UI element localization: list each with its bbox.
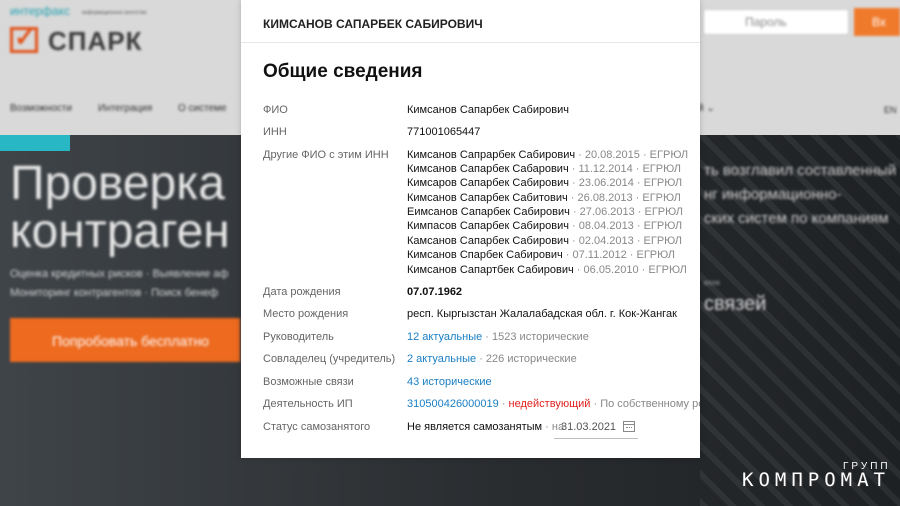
spark-logo-text: СПАРК xyxy=(48,26,143,56)
coowner-current-link[interactable]: 2 актуальные xyxy=(407,353,476,365)
coowner-value: 2 актуальные · 226 исторические xyxy=(407,353,577,365)
list-item: Кимсанов Сапартбек Сабирович · 06.05.201… xyxy=(407,264,687,276)
list-item: Кимсанов Сапарбек Сабитович · 26.08.2013… xyxy=(407,192,681,204)
selfemp-label: Статус самозанятого xyxy=(263,421,371,433)
calendar-icon[interactable] xyxy=(623,421,635,432)
fio-value: Кимсанов Сапарбек Сабирович xyxy=(407,104,569,116)
divider xyxy=(241,42,700,43)
ip-number-link[interactable]: 310500426000019 xyxy=(407,398,499,410)
login-button-label: Вх xyxy=(872,15,886,29)
hero-subtitle-2: Мониторинг контрагентов · Поиск бенеф xyxy=(10,287,219,299)
selfemp-value: Не является самозанятым · на xyxy=(407,421,565,433)
hero-right-line1: ть возглавил составленный xyxy=(704,162,897,179)
interfax-logo: интерфакс xyxy=(10,4,70,18)
date-input-value: 31.03.2021 xyxy=(561,421,617,433)
list-item: Кимсаров Сапарбек Сабирович · 23.06.2014… xyxy=(407,177,683,189)
links-label: Возможные связи xyxy=(263,376,354,388)
inn-label: ИНН xyxy=(263,126,287,138)
birth-place-value: респ. Кыргызстан Жалалабадская обл. г. К… xyxy=(407,308,677,320)
links-link[interactable]: 43 исторические xyxy=(407,376,492,388)
birth-date-value: 07.07.1962 xyxy=(407,286,463,298)
card-header: КИМСАНОВ САПАРБЕК САБИРОВИЧ xyxy=(263,17,483,31)
chevron-down-icon[interactable]: й ⌄ xyxy=(698,103,715,114)
head-current-link[interactable]: 12 актуальные xyxy=(407,331,482,343)
nav-item-features[interactable]: Возможности xyxy=(10,103,72,114)
head-value: 12 актуальные · 1523 исторические xyxy=(407,331,589,343)
list-item: Кимсанов Сапрарбек Сабирович · 20.08.201… xyxy=(407,149,689,161)
hero-title-line2: контраген xyxy=(10,205,230,258)
fio-label: ФИО xyxy=(263,104,288,116)
birth-date-label: Дата рождения xyxy=(263,286,341,298)
hero-accent-stripe xyxy=(0,135,70,151)
links-value: 43 исторические xyxy=(407,376,492,388)
list-item: Еимсанов Сапарбек Сабирович · 27.06.2013… xyxy=(407,206,683,218)
hero-right-line4: связей xyxy=(704,293,767,315)
logo-tagline: информационное агентство xyxy=(82,10,147,16)
head-label: Руководитель xyxy=(263,331,334,343)
birth-place-label: Место рождения xyxy=(263,308,349,320)
list-item: Кимсанов Спарбек Сабирович · 07.11.2012 … xyxy=(407,249,675,261)
hero-title-line1: Проверка xyxy=(10,157,225,210)
person-card: КИМСАНОВ САПАРБЕК САБИРОВИЧ Общие сведен… xyxy=(241,0,700,458)
ip-status: недействующий xyxy=(508,398,591,410)
section-title: Общие сведения xyxy=(263,61,423,82)
other-fio-label: Другие ФИО с этим ИНН xyxy=(263,149,389,161)
password-placeholder: Пароль xyxy=(745,15,787,29)
coowner-label: Совладелец (учредитель) xyxy=(263,353,396,365)
list-item: Кимпасов Сапарбек Сабирович · 08.04.2013… xyxy=(407,220,683,232)
list-item: Кимсанов Сапарбек Сабарович · 11.12.2014… xyxy=(407,163,681,175)
list-item: Камсанов Сапарбек Сабирович · 02.04.2013… xyxy=(407,235,683,247)
checkmark-icon: ✓ xyxy=(14,22,36,52)
hero-subtitle-1: Оценка кредитных рисков · Выявление аф xyxy=(10,268,229,280)
nav-item-integration[interactable]: Интеграция xyxy=(98,103,152,114)
ip-value: 310500426000019 · недействующий · По соб… xyxy=(407,398,700,410)
hero-right-small: елля xyxy=(704,280,720,287)
inn-value: 771001065447 xyxy=(407,126,481,138)
nav-item-about[interactable]: О системе xyxy=(178,103,227,114)
ip-label: Деятельность ИП xyxy=(263,398,353,410)
hero-right-line2: нг информационно- xyxy=(704,186,842,203)
language-switch[interactable]: EN xyxy=(884,105,897,115)
hero-right-line3: ских систем по компаниям xyxy=(704,210,889,227)
watermark: КОМПРОМАТ xyxy=(742,469,890,491)
try-free-button-label: Попробовать бесплатно xyxy=(52,333,209,349)
